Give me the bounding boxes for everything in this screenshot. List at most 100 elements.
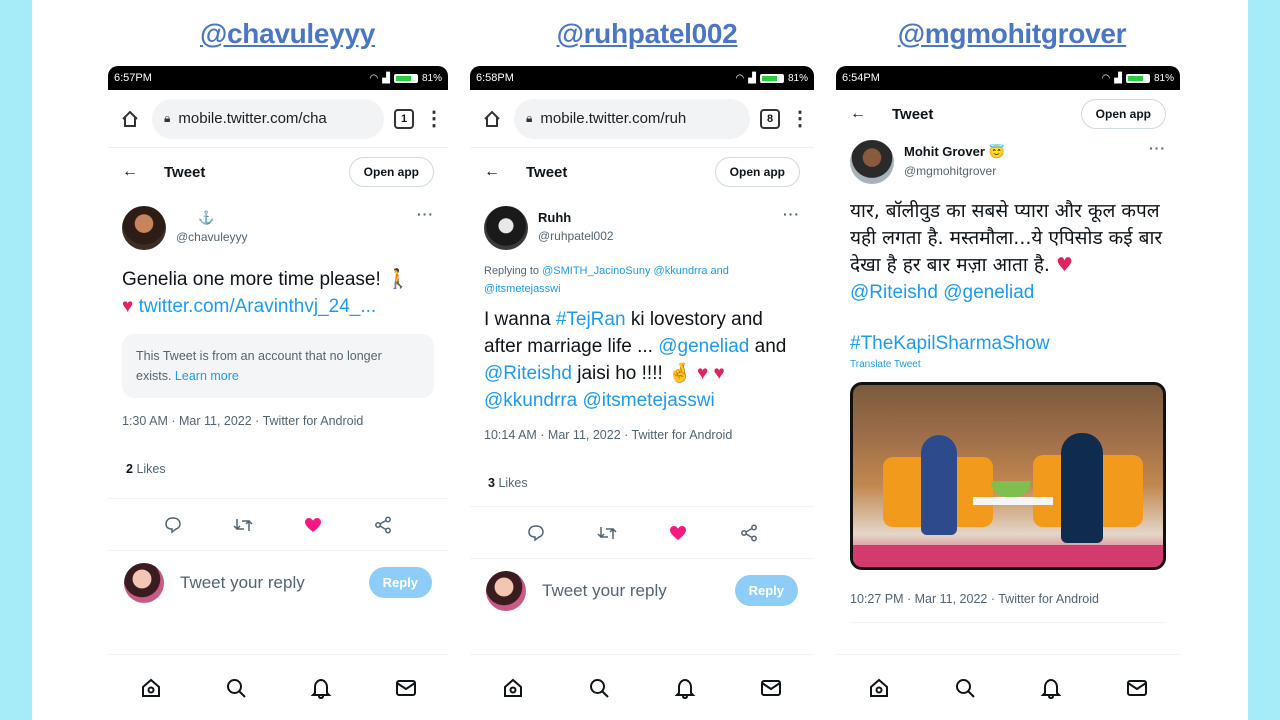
handle-label-2[interactable]: @ruhpatel002 [552,18,742,50]
tweet-media-image[interactable] [850,382,1166,570]
mention-link[interactable]: @geneliad [658,336,749,357]
reply-icon[interactable] [525,522,547,544]
status-time: 6:58PM [476,72,514,84]
translate-tweet-link[interactable]: Translate Tweet [836,359,1180,370]
tab-count-button[interactable]: 8 [760,108,780,129]
replying-to: Replying to @SMITH_JacinoSuny @kkundrra … [470,262,814,298]
wifi-icon: ◠ [369,72,379,84]
tweet-text-main: Genelia one more time please! 🚶 [122,269,410,290]
author-name[interactable]: Ruhh [538,210,773,225]
replying-prefix: Replying to [484,265,540,277]
retweet-icon[interactable] [596,522,618,544]
url-text: mobile.twitter.com/cha [178,110,327,127]
search-nav-icon[interactable] [223,675,249,701]
messages-nav-icon[interactable] [758,675,784,701]
more-options-icon[interactable]: ··· [1149,140,1166,156]
home-icon[interactable] [480,107,504,131]
reply-input[interactable]: Tweet your reply [180,573,353,593]
heart-emoji-icon: ♥ ♥ [696,363,725,384]
status-time: 6:57PM [114,72,152,84]
url-text: mobile.twitter.com/ruh [540,110,687,127]
back-arrow-icon[interactable]: ← [484,163,500,181]
avatar[interactable] [850,140,894,184]
url-field[interactable]: 🔒︎ mobile.twitter.com/cha [152,98,384,139]
hashtag-link[interactable]: #TejRan [556,309,626,330]
open-app-button[interactable]: Open app [348,157,434,187]
likes-count[interactable]: 3 Likes [470,476,814,490]
author-name[interactable]: ⚓ [176,210,407,226]
home-nav-icon[interactable] [138,675,164,701]
hashtag-line: #TheKapilSharmaShow [836,330,1180,357]
heart-emoji-icon: ♥ [1056,254,1074,276]
reply-input[interactable]: Tweet your reply [542,581,719,601]
author-name[interactable]: Mohit Grover 😇 [904,144,1139,160]
battery-icon [759,73,784,83]
avatar[interactable] [484,206,528,250]
tab-count-button[interactable]: 1 [394,108,414,129]
home-nav-icon[interactable] [500,675,526,701]
tweet-text: I wanna #TejRan ki lovestory and after m… [470,306,814,414]
back-arrow-icon[interactable]: ← [850,105,866,123]
liked-heart-icon[interactable] [302,514,324,536]
phone-screenshot-3: 6:54PM ◠ ▟ 81% ← Tweet Open app Mohit Gr… [836,66,1180,720]
liked-heart-icon[interactable] [667,522,689,544]
reply-button[interactable]: Reply [368,567,432,598]
browser-menu-icon[interactable]: ⋮ [790,109,810,129]
browser-menu-icon[interactable]: ⋮ [424,109,444,129]
divider [850,622,1166,623]
mentions-line[interactable]: @kkundrra @itsmetejasswi [484,390,715,411]
lock-icon: 🔒︎ [526,111,533,125]
notice-text: This Tweet is from an account that no lo… [136,349,382,383]
learn-more-link[interactable]: Learn more [175,369,239,383]
tweet-timestamp[interactable]: 10:27 PM · Mar 11, 2022 · Twitter for An… [836,592,1180,606]
author-handle[interactable]: @chavuleyyy [176,230,407,244]
tweet-link[interactable]: twitter.com/Aravinthvj_24_... [139,296,377,317]
battery-percent: 81% [421,72,442,84]
tweet-header: ← Tweet Open app [836,90,1180,138]
more-options-icon[interactable]: ··· [783,206,800,222]
share-icon[interactable] [372,514,394,536]
signal-icon: ▟ [382,72,390,84]
reply-composer: Tweet your reply Reply [108,550,448,614]
browser-url-bar: 🔒︎ mobile.twitter.com/cha 1 ⋮ [108,90,448,148]
author-handle[interactable]: @mgmohitgrover [904,164,1139,178]
author-handle[interactable]: @ruhpatel002 [538,229,773,243]
notifications-nav-icon[interactable] [1038,675,1064,701]
hashtag-link[interactable]: #TheKapilSharmaShow [850,333,1050,354]
retweet-icon[interactable] [232,514,254,536]
notifications-nav-icon[interactable] [308,675,334,701]
tweet-timestamp[interactable]: 1:30 AM · Mar 11, 2022 · Twitter for And… [108,414,448,428]
likes-count[interactable]: 2 Likes [108,462,448,476]
search-nav-icon[interactable] [586,675,612,701]
author-info: Mohit Grover 😇 @mgmohitgrover [904,140,1139,178]
tweet-actions [108,498,448,550]
notifications-nav-icon[interactable] [672,675,698,701]
messages-nav-icon[interactable] [393,675,419,701]
open-app-button[interactable]: Open app [1080,99,1166,129]
url-field[interactable]: 🔒︎ mobile.twitter.com/ruh [514,98,750,139]
image-person [1061,433,1103,543]
avatar[interactable] [122,206,166,250]
status-bar: 6:54PM ◠ ▟ 81% [836,66,1180,90]
tweet-text-part: and [749,336,787,357]
back-arrow-icon[interactable]: ← [122,163,138,181]
tweet-timestamp[interactable]: 10:14 AM · Mar 11, 2022 · Twitter for An… [470,428,814,442]
more-options-icon[interactable]: ··· [417,206,434,222]
open-app-button[interactable]: Open app [714,157,800,187]
reply-button[interactable]: Reply [734,575,798,606]
mention-link[interactable]: @Riteishd [484,363,572,384]
handle-label-1[interactable]: @chavuleyyy [200,18,375,50]
handle-label-3[interactable]: @mgmohitgrover [894,18,1130,50]
search-nav-icon[interactable] [952,675,978,701]
heart-emoji-icon: ♥ [122,296,134,317]
signal-icon: ▟ [1114,72,1122,84]
home-nav-icon[interactable] [866,675,892,701]
reply-icon[interactable] [162,514,184,536]
home-icon[interactable] [118,107,142,131]
author-info: Ruhh @ruhpatel002 [538,206,773,243]
messages-nav-icon[interactable] [1124,675,1150,701]
share-icon[interactable] [738,522,760,544]
mentions-link[interactable]: @Riteishd @geneliad [850,282,1034,303]
status-bar: 6:57PM ◠ ▟ 81% [108,66,448,90]
tweet-actions [470,506,814,558]
